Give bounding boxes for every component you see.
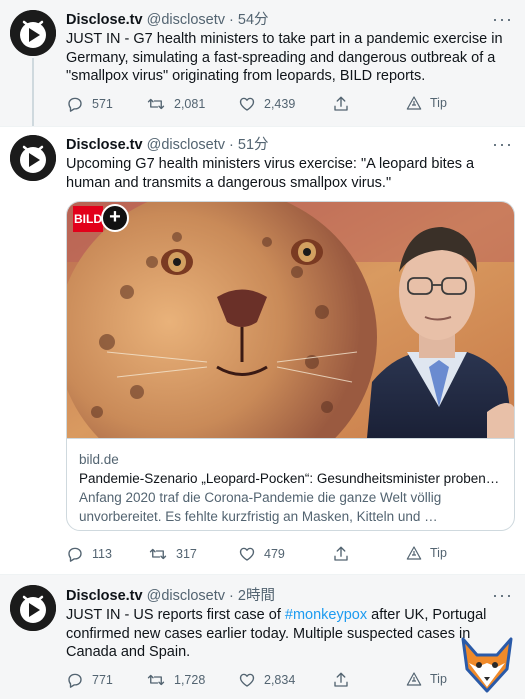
card-info[interactable]: bild.de Pandemie-Szenario „Leopard-Pocke… [67,438,514,530]
author-handle[interactable]: @disclosetv [147,137,225,153]
tweet-actions: 571 2,081 2,439 Tip [66,95,511,115]
tweet-header: Disclose.tv @disclosetv · 54分 [66,11,489,29]
tweet-header: Disclose.tv @disclosetv · 51分 [66,136,489,154]
avatar[interactable] [10,10,56,56]
more-options-icon[interactable]: ··· [492,10,513,28]
author-name[interactable]: Disclose.tv [66,588,143,604]
timestamp[interactable]: 2時間 [238,588,275,604]
tweet-text-part: JUST IN - US reports first case of [66,607,285,623]
reply-icon [68,97,82,112]
tip-button[interactable]: Tip [406,671,447,687]
like-count: 479 [264,547,285,561]
disclose-tv-logo-icon [10,10,56,56]
share-icon [334,672,348,687]
fox-watermark-icon [457,633,517,695]
share-icon [334,546,348,561]
reply-button[interactable]: 113 [66,545,112,563]
more-options-icon[interactable]: ··· [492,135,513,153]
avatar[interactable] [10,585,56,631]
author-name[interactable]: Disclose.tv [66,12,143,28]
separator: · [225,588,238,604]
like-button[interactable]: 2,834 [238,671,295,689]
share-button[interactable] [332,95,350,113]
card-domain: bild.de [79,452,119,467]
timestamp[interactable]: 54分 [238,12,269,28]
reply-button[interactable]: 771 [66,671,113,689]
bild-plus-icon: + [101,204,129,232]
disclose-tv-logo-icon [10,585,56,631]
author-handle[interactable]: @disclosetv [147,12,225,28]
more-options-icon[interactable]: ··· [492,586,513,604]
heart-icon [239,547,255,561]
avatar[interactable] [10,135,56,181]
tweet-3[interactable]: Disclose.tv @disclosetv · 2時間 ··· JUST I… [0,574,525,699]
retweet-button[interactable]: 1,728 [146,671,205,689]
separator: · [225,137,238,153]
share-button[interactable] [332,671,350,689]
leopard-minister-image [67,202,514,487]
tip-label: Tip [430,672,447,686]
tweet-text: Upcoming G7 health ministers virus exerc… [66,156,475,191]
disclose-tv-logo-icon [10,135,56,181]
reply-icon [68,547,82,562]
tip-label: Tip [430,96,447,110]
retweet-count: 1,728 [174,673,206,687]
retweet-button[interactable]: 2,081 [146,95,205,113]
heart-icon [239,97,255,111]
retweet-icon [149,548,167,560]
reply-button[interactable]: 571 [66,95,113,113]
card-image[interactable]: BILD + [67,202,514,487]
like-button[interactable]: 2,439 [238,95,295,113]
share-icon [334,96,348,111]
tweet-2[interactable]: Disclose.tv @disclosetv · 51分 ··· Upcomi… [0,126,525,574]
reply-count: 113 [92,547,112,561]
retweet-button[interactable]: 317 [148,545,197,563]
separator: · [225,12,238,28]
retweet-count: 2,081 [174,97,206,111]
retweet-icon [147,98,165,110]
tweet-text: JUST IN - US reports first case of #monk… [66,606,511,662]
retweet-count: 317 [176,547,197,561]
author-name[interactable]: Disclose.tv [66,137,143,153]
tip-button[interactable]: Tip [406,95,447,111]
reply-count: 571 [92,97,113,111]
like-count: 2,834 [264,673,296,687]
tweet-actions: 113 317 479 Tip [66,545,511,565]
share-button[interactable] [332,545,350,563]
bild-logo: BILD [73,206,103,232]
author-handle[interactable]: @disclosetv [147,588,225,604]
tip-icon [406,96,422,110]
hashtag-link[interactable]: #monkeypox [285,607,367,623]
card-title: Pandemie-Szenario „Leopard-Pocken“: Gesu… [79,471,500,486]
card-description: Anfang 2020 traf die Corona-Pandemie die… [79,490,442,524]
tweet-text: JUST IN - G7 health ministers to take pa… [66,31,503,84]
tip-label: Tip [430,546,447,560]
tweet-header: Disclose.tv @disclosetv · 2時間 [66,587,489,605]
like-button[interactable]: 479 [238,545,285,563]
reply-count: 771 [92,673,113,687]
like-count: 2,439 [264,97,296,111]
tweet-1[interactable]: Disclose.tv @disclosetv · 54分 ··· JUST I… [0,0,525,126]
retweet-icon [147,674,165,686]
heart-icon [239,673,255,687]
link-card[interactable]: BILD + bild.de Pandemie-Szenario „Leopar… [66,201,515,531]
tip-icon [406,546,422,560]
tip-icon [406,672,422,686]
tweet-actions: 771 1,728 2,834 Tip [66,671,511,691]
reply-icon [68,673,82,688]
timestamp[interactable]: 51分 [238,137,269,153]
tip-button[interactable]: Tip [406,545,447,561]
thread-line [32,58,34,126]
